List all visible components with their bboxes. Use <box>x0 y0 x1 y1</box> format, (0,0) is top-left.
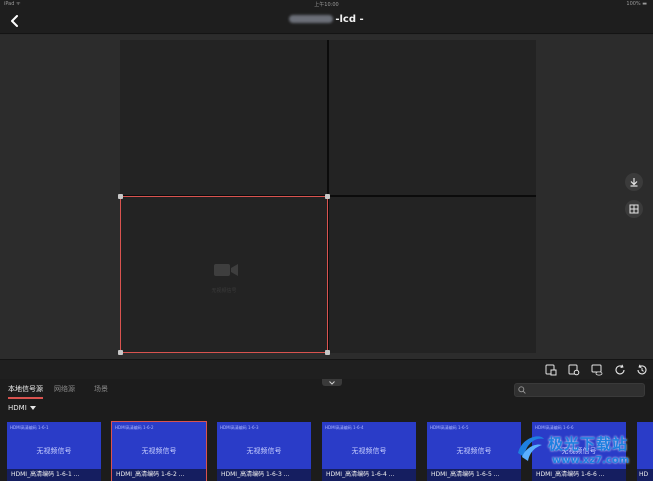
source-thumbnail-4[interactable]: HDMI高清编码 1-6-4 无视频信号 HDMI_高清编码 1-6-4 ... <box>322 422 416 481</box>
window-settings-icon <box>568 364 580 376</box>
screen-cell-1[interactable] <box>120 40 327 195</box>
tab-network-sources[interactable]: 网络源 <box>54 384 75 397</box>
source-thumbnail-5[interactable]: HDMI高清编码 1-6-5 无视频信号 HDMI_高清编码 1-6-5 ... <box>427 422 521 481</box>
grid-layout-icon <box>629 204 639 214</box>
history-button[interactable] <box>634 362 650 378</box>
status-bar: iPad ᯤ 上午10:00 100% ▬ <box>0 0 653 8</box>
status-battery: 100% ▬ <box>626 1 647 7</box>
thumbnail-label: HDMI_高清编码 1-6-1 ... <box>7 469 101 481</box>
screen-wall[interactable]: 无视频信号 <box>118 40 536 355</box>
screen-cell-2[interactable] <box>329 40 536 195</box>
resize-handle-top-left[interactable] <box>118 194 123 199</box>
thumbnail-header: HDMI高清编码 1-6-4 <box>325 425 364 430</box>
caret-down-icon <box>29 406 36 410</box>
canvas-area: 无视频信号 <box>0 35 653 359</box>
thumbnail-signal-status: 无视频信号 <box>456 447 492 455</box>
thumbnail-header: HDMI高清编码 1-6-2 <box>115 425 154 430</box>
nav-bar: -lcd - <box>0 8 653 34</box>
chevron-down-icon <box>329 380 335 385</box>
source-thumbnail-6[interactable]: HDMI高清编码 1-6-6 无视频信号 HDMI_高清编码 1-6-6 ... <box>532 422 626 481</box>
monitor-eye-icon <box>591 364 603 376</box>
add-window-icon <box>545 364 557 376</box>
blurred-title-region <box>289 15 334 23</box>
thumbnail-signal-status: 无视频信号 <box>246 447 282 455</box>
hdmi-filter-label: HDMI <box>8 404 27 412</box>
filter-row: HDMI <box>0 401 653 419</box>
status-time: 上午10:00 <box>314 2 339 8</box>
drawer-handle[interactable] <box>322 379 342 386</box>
thumbnail-label: HDMI_高清编码 1-6-6 ... <box>532 469 626 481</box>
thumbnail-signal-status: 无视频信号 <box>141 447 177 455</box>
page-title: -lcd - <box>0 14 653 25</box>
tab-scenes[interactable]: 场景 <box>94 384 108 397</box>
video-camera-icon <box>214 264 238 276</box>
thumbnail-label: HDMI_高清编码 1-6-5 ... <box>427 469 521 481</box>
hdmi-filter-dropdown[interactable]: HDMI <box>8 404 36 412</box>
search-input[interactable] <box>526 386 644 394</box>
page-title-suffix: -lcd - <box>335 14 364 25</box>
download-button[interactable] <box>625 173 643 191</box>
screen-cell-4[interactable] <box>329 197 536 353</box>
thumbnail-header: HDMI高清编码 1-6-5 <box>430 425 469 430</box>
thumbnail-header: HDMI高清编码 1-6-6 <box>535 425 574 430</box>
thumbnail-label: HDMI_高清编码 1-6-4 ... <box>322 469 416 481</box>
window-caption: 无视频信号 <box>211 288 237 294</box>
refresh-button[interactable] <box>612 362 628 378</box>
source-thumbnail-2[interactable]: HDMI高清编码 1-6-2 无视频信号 HDMI_高清编码 1-6-2 ... <box>111 421 207 481</box>
selected-window[interactable]: 无视频信号 <box>120 196 328 353</box>
thumbnail-signal-status: 无视频信号 <box>351 447 387 455</box>
layout-button[interactable] <box>625 200 643 218</box>
thumbnail-header: HDMI高清编码 1-6-1 <box>10 425 49 430</box>
resize-handle-top-right[interactable] <box>325 194 330 199</box>
resize-handle-bottom-right[interactable] <box>325 350 330 355</box>
source-thumbnail-3[interactable]: HDMI高清编码 1-6-3 无视频信号 HDMI_高清编码 1-6-3 ... <box>217 422 311 481</box>
thumbnail-label: HD <box>637 469 653 481</box>
preview-button[interactable] <box>589 362 605 378</box>
thumbnail-label: HDMI_高清编码 1-6-3 ... <box>217 469 311 481</box>
source-tabs: 本地信号源 网络源 场景 <box>0 379 653 401</box>
thumbnail-label: HDMI_高清编码 1-6-2 ... <box>112 469 206 481</box>
history-icon <box>637 364 647 375</box>
source-thumbnail-7[interactable]: HD <box>637 422 653 481</box>
add-window-button[interactable] <box>543 362 559 378</box>
thumbnail-signal-status: 无视频信号 <box>561 447 597 455</box>
search-icon <box>518 386 526 394</box>
download-icon <box>630 178 638 187</box>
source-thumbnail-list: HDMI高清编码 1-6-1 无视频信号 HDMI_高清编码 1-6-1 ...… <box>0 419 653 481</box>
window-settings-button[interactable] <box>566 362 582 378</box>
tab-local-sources[interactable]: 本地信号源 <box>8 384 43 399</box>
resize-handle-bottom-left[interactable] <box>118 350 123 355</box>
thumbnail-header: HDMI高清编码 1-6-3 <box>220 425 259 430</box>
toolbar <box>0 359 653 379</box>
source-thumbnail-1[interactable]: HDMI高清编码 1-6-1 无视频信号 HDMI_高清编码 1-6-1 ... <box>7 422 101 481</box>
thumbnail-signal-status: 无视频信号 <box>36 447 72 455</box>
search-box[interactable] <box>514 383 645 397</box>
refresh-icon <box>615 364 625 375</box>
